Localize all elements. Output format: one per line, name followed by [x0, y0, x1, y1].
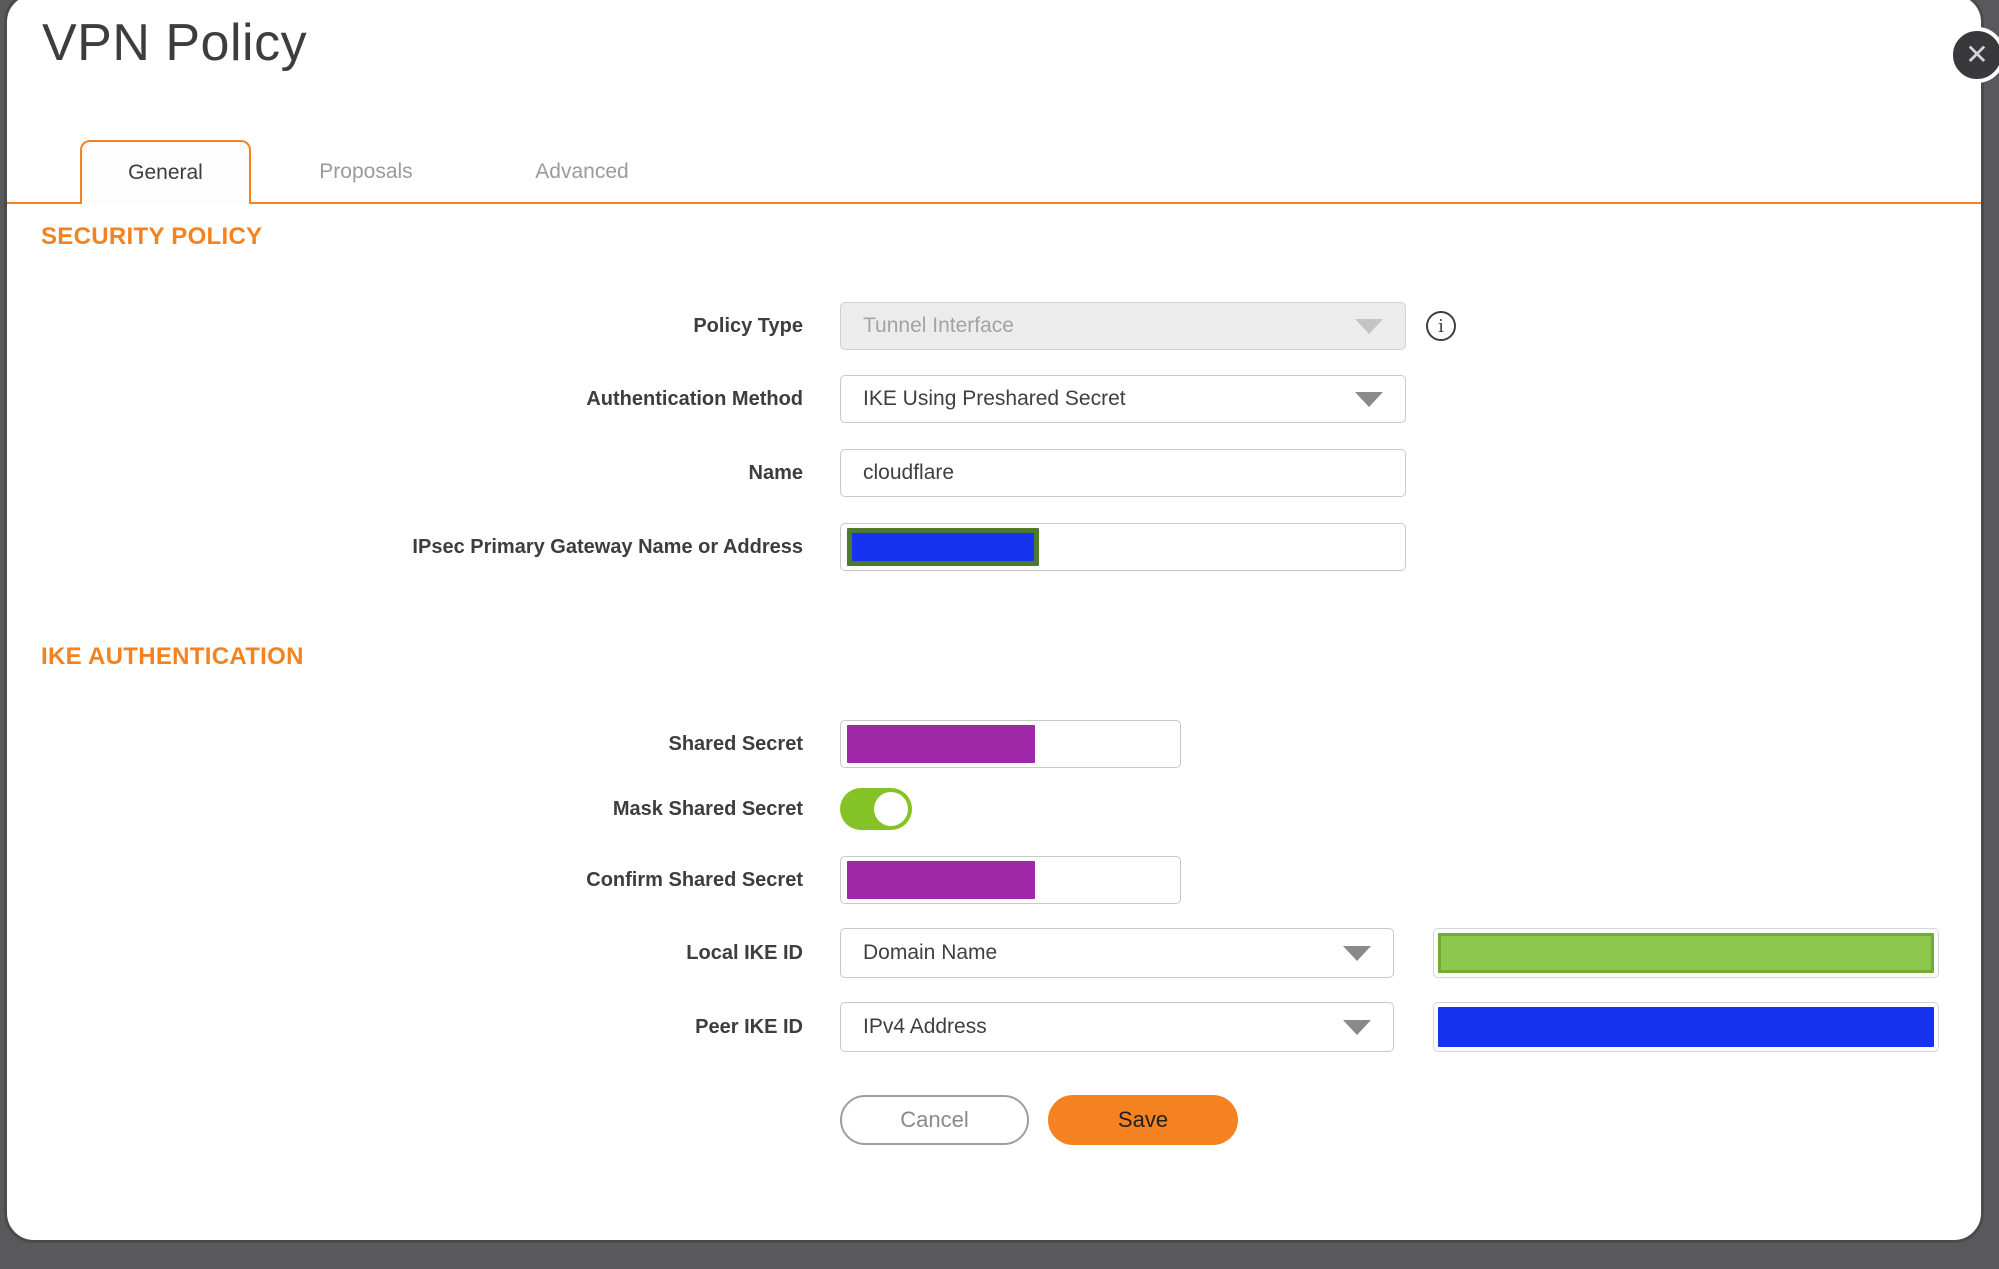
save-button-label: Save — [1117, 1107, 1169, 1132]
name-row: Name cloudflare — [7, 449, 1981, 497]
authentication-method-row: Authentication Method IKE Using Preshare… — [7, 375, 1981, 423]
local-ike-id-label: Local IKE ID — [686, 941, 803, 964]
vpn-policy-dialog: VPN Policy General Proposals Advanced SE… — [4, 0, 1984, 1243]
peer-ike-id-type-value: IPv4 Address — [863, 1015, 987, 1038]
policy-type-label: Policy Type — [693, 314, 803, 337]
chevron-down-icon — [1355, 392, 1383, 407]
tab-advanced-label: Advanced — [535, 160, 629, 183]
redaction-overlay — [847, 528, 1039, 566]
mask-shared-secret-label: Mask Shared Secret — [612, 797, 803, 820]
chevron-down-icon — [1343, 946, 1371, 961]
confirm-shared-secret-row: Confirm Shared Secret — [7, 856, 1981, 904]
peer-ike-id-type-select[interactable]: IPv4 Address — [840, 1002, 1394, 1052]
info-icon[interactable]: i — [1426, 311, 1456, 341]
info-icon-glyph: i — [1438, 315, 1444, 337]
peer-ike-id-row: Peer IKE ID IPv4 Address — [7, 1002, 1981, 1052]
tab-general-label: General — [128, 161, 203, 184]
toggle-knob — [874, 792, 908, 826]
local-ike-id-row: Local IKE ID Domain Name — [7, 928, 1981, 978]
section-heading-ike-authentication: IKE AUTHENTICATION — [41, 643, 304, 670]
local-ike-id-value-input[interactable] — [1433, 928, 1939, 978]
ipsec-primary-gateway-row: IPsec Primary Gateway Name or Address — [7, 523, 1981, 571]
confirm-shared-secret-label: Confirm Shared Secret — [586, 868, 803, 891]
cancel-button[interactable]: Cancel — [840, 1095, 1029, 1145]
chevron-down-icon — [1355, 319, 1383, 334]
policy-type-row: Policy Type Tunnel Interface i — [7, 302, 1981, 350]
authentication-method-label: Authentication Method — [586, 387, 803, 410]
authentication-method-select[interactable]: IKE Using Preshared Secret — [840, 375, 1406, 423]
policy-type-select: Tunnel Interface — [840, 302, 1406, 350]
tab-advanced[interactable]: Advanced — [497, 140, 667, 204]
dialog-actions-row: Cancel Save — [7, 1095, 1981, 1145]
shared-secret-input[interactable] — [840, 720, 1181, 768]
chevron-down-icon — [1343, 1020, 1371, 1035]
confirm-shared-secret-input[interactable] — [840, 856, 1181, 904]
name-label: Name — [748, 461, 803, 484]
page-title: VPN Policy — [42, 14, 308, 72]
local-ike-id-type-select[interactable]: Domain Name — [840, 928, 1394, 978]
section-heading-security-policy: SECURITY POLICY — [41, 223, 263, 250]
policy-type-value: Tunnel Interface — [863, 314, 1014, 337]
redaction-overlay — [847, 861, 1035, 899]
redaction-overlay — [1438, 933, 1934, 973]
mask-shared-secret-toggle[interactable] — [840, 788, 912, 830]
ipsec-primary-gateway-input[interactable] — [840, 523, 1406, 571]
name-input[interactable]: cloudflare — [840, 449, 1406, 497]
redaction-overlay — [1438, 1007, 1934, 1047]
peer-ike-id-value-input[interactable] — [1433, 1002, 1939, 1052]
tab-bar-underline — [7, 202, 1981, 204]
ipsec-primary-gateway-label: IPsec Primary Gateway Name or Address — [412, 535, 803, 558]
redaction-overlay — [847, 725, 1035, 763]
shared-secret-row: Shared Secret — [7, 720, 1981, 768]
tab-proposals-label: Proposals — [319, 160, 413, 183]
name-value: cloudflare — [863, 461, 955, 484]
local-ike-id-type-value: Domain Name — [863, 941, 998, 964]
authentication-method-value: IKE Using Preshared Secret — [863, 387, 1126, 410]
peer-ike-id-label: Peer IKE ID — [695, 1015, 803, 1038]
tab-proposals[interactable]: Proposals — [281, 140, 451, 204]
close-icon: ✕ — [1965, 38, 1989, 71]
shared-secret-label: Shared Secret — [668, 732, 803, 755]
save-button[interactable]: Save — [1048, 1095, 1238, 1145]
mask-shared-secret-row: Mask Shared Secret — [7, 788, 1981, 830]
cancel-button-label: Cancel — [900, 1107, 969, 1132]
tab-general[interactable]: General — [80, 140, 251, 204]
close-button[interactable]: ✕ — [1949, 27, 1999, 83]
